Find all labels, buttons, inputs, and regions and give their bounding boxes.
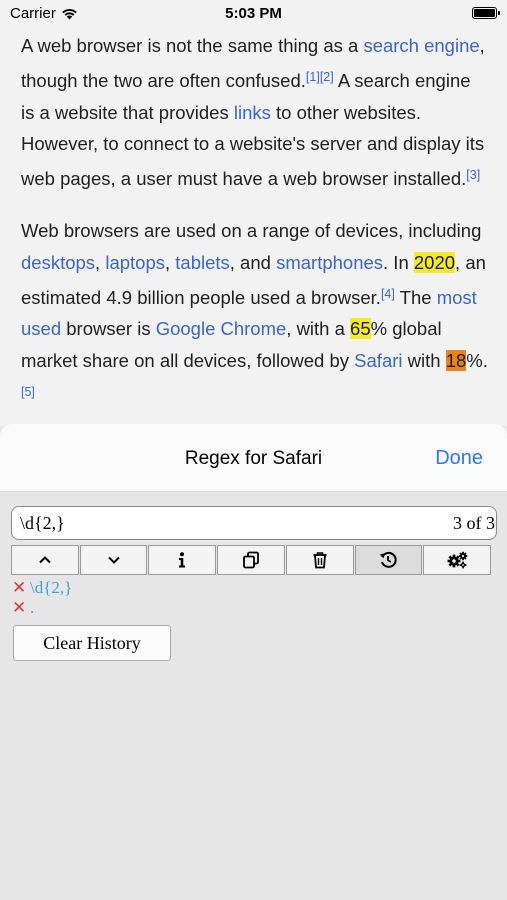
sheet-title: Regex for Safari xyxy=(184,448,323,469)
regex-search-input[interactable]: \d{2,} 3 of 3 xyxy=(11,506,497,540)
regex-match-highlight: 65 xyxy=(350,318,371,340)
history-item: ✕ \d{2,} xyxy=(12,578,72,598)
article-paragraph-2: Web browsers are used on a range of devi… xyxy=(21,215,489,412)
next-match-button[interactable] xyxy=(79,545,148,575)
paragraph-text: Web browsers are used on a range of devi… xyxy=(21,219,482,241)
copy-icon xyxy=(243,551,259,569)
chevron-down-icon xyxy=(107,556,120,564)
match-count: 3 of 3 xyxy=(453,513,495,534)
article-link[interactable]: links xyxy=(234,102,271,123)
battery-icon xyxy=(472,7,500,19)
info-icon xyxy=(179,552,186,568)
paragraph-text: . In xyxy=(383,251,414,273)
chevron-up-icon xyxy=(39,556,51,564)
article-link[interactable]: smartphones xyxy=(276,252,383,273)
status-time: 5:03 PM xyxy=(225,5,282,22)
clear-history-button[interactable]: Clear History xyxy=(13,625,171,661)
article-link[interactable]: Safari xyxy=(354,350,402,371)
delete-history-item-icon[interactable]: ✕ xyxy=(12,598,28,618)
citation-link[interactable]: [3] xyxy=(466,168,480,182)
delete-history-item-icon[interactable]: ✕ xyxy=(12,578,28,598)
status-bar: Carrier 5:03 PM xyxy=(0,0,507,26)
sheet-header: Regex for Safari Done xyxy=(0,424,507,492)
info-button[interactable] xyxy=(148,545,217,575)
citation-link[interactable]: [5] xyxy=(21,385,35,399)
article-link[interactable]: search engine xyxy=(363,35,479,56)
copy-button[interactable] xyxy=(217,545,285,575)
history-item-label[interactable]: \d{2,} xyxy=(30,578,72,598)
article-link[interactable]: laptops xyxy=(105,252,165,273)
delete-button[interactable] xyxy=(285,545,354,575)
paragraph-text: %. xyxy=(466,350,488,372)
regex-input-value[interactable]: \d{2,} xyxy=(20,513,65,533)
trash-icon xyxy=(313,552,327,569)
citation-link[interactable]: [1] xyxy=(306,70,320,84)
history-item: ✕ . xyxy=(12,598,72,618)
paragraph-text: , xyxy=(95,251,106,273)
article-link[interactable]: Google Chrome xyxy=(156,318,287,339)
paragraph-text: , with a xyxy=(286,318,351,340)
article-link[interactable]: desktops xyxy=(21,252,95,273)
citation-link[interactable]: [2] xyxy=(320,70,334,84)
regex-sheet: Regex for Safari Done \d{2,} 3 of 3 ✕ \d… xyxy=(0,424,507,900)
regex-match-highlight: 2020 xyxy=(413,251,456,273)
previous-match-button[interactable] xyxy=(11,545,79,575)
article-paragraph-1: A web browser is not the same thing as a… xyxy=(21,30,489,195)
paragraph-text: , and xyxy=(229,251,277,273)
paragraph-text: , xyxy=(164,251,176,273)
history-button[interactable] xyxy=(354,545,423,575)
action-toolbar xyxy=(11,545,492,575)
citation-link[interactable]: [4] xyxy=(381,287,395,301)
history-item-label[interactable]: . xyxy=(30,598,34,618)
paragraph-text: A web browser is not the same thing as a xyxy=(21,35,364,56)
paragraph-text: browser is xyxy=(61,318,156,340)
settings-button[interactable] xyxy=(423,545,492,575)
done-button[interactable]: Done xyxy=(435,447,483,470)
history-icon xyxy=(380,551,398,568)
paragraph-text: The xyxy=(394,286,437,308)
regex-history-list: ✕ \d{2,} ✕ . xyxy=(12,578,72,618)
paragraph-text: with xyxy=(402,350,446,372)
gears-icon xyxy=(447,551,468,569)
current-match-highlight: 18 xyxy=(445,350,467,372)
web-content: A web browser is not the same thing as a… xyxy=(0,26,507,426)
article-link[interactable]: tablets xyxy=(175,252,230,273)
